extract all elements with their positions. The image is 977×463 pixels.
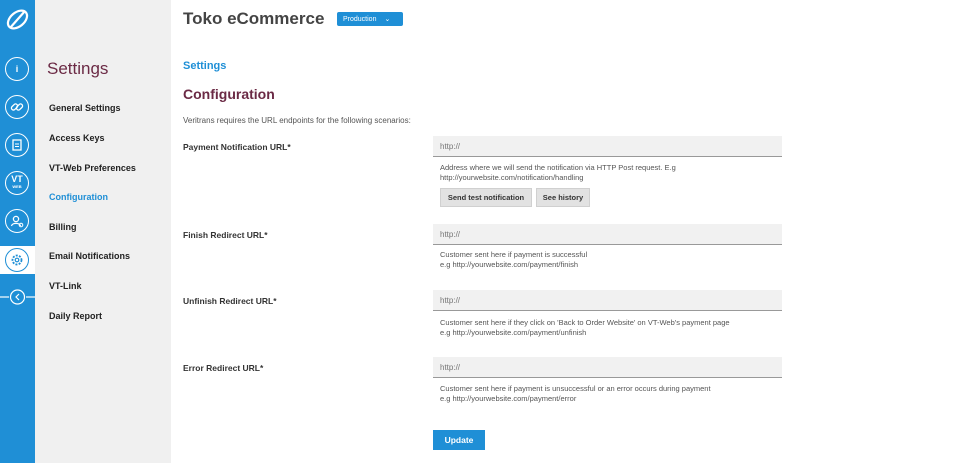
payment-notification-url-input[interactable] — [433, 136, 782, 157]
sidebar-item-email-notifications[interactable]: Email Notifications — [49, 251, 130, 261]
help-line: Customer sent here if payment is success… — [440, 250, 588, 259]
merchant-title: Toko eCommerce — [183, 9, 325, 28]
update-button[interactable]: Update — [433, 430, 485, 450]
error-redirect-help: Customer sent here if payment is unsucce… — [440, 384, 770, 404]
help-line: Address where we will send the notificat… — [440, 163, 676, 172]
vt-web-sublabel: WEB — [12, 184, 22, 189]
environment-label: Production — [343, 15, 377, 23]
sidebar-item-billing[interactable]: Billing — [49, 222, 77, 232]
help-line: e.g http://yourwebsite.com/payment/finis… — [440, 260, 578, 269]
unfinish-redirect-label: Unfinish Redirect URL* — [183, 296, 277, 306]
sidebar-item-daily-report[interactable]: Daily Report — [49, 311, 102, 321]
payment-notification-help: Address where we will send the notificat… — [440, 163, 770, 183]
sidebar-title: Settings — [47, 59, 109, 78]
chevron-down-icon: ⌄ — [384, 16, 391, 23]
unfinish-redirect-url-input[interactable] — [433, 290, 782, 311]
info-icon[interactable]: i — [5, 57, 29, 81]
unfinish-redirect-help: Customer sent here if they click on 'Bac… — [440, 318, 770, 338]
finish-redirect-label: Finish Redirect URL* — [183, 230, 268, 240]
intro-text: Veritrans requires the URL endpoints for… — [183, 116, 411, 125]
environment-dropdown[interactable]: Production ⌄ — [337, 12, 403, 26]
collapse-icon[interactable] — [0, 288, 35, 306]
help-line: e.g http://yourwebsite.com/payment/unfin… — [440, 328, 587, 337]
finish-redirect-help: Customer sent here if payment is success… — [440, 250, 770, 270]
vt-web-label: VT — [11, 174, 23, 184]
sidebar-item-access-keys[interactable]: Access Keys — [49, 133, 105, 143]
link-icon[interactable] — [5, 95, 29, 119]
page-title: Configuration — [183, 86, 275, 102]
settings-sidebar: Settings General Settings Access Keys VT… — [35, 0, 171, 463]
icon-rail: i VT WEB — [0, 0, 35, 463]
breadcrumb[interactable]: Settings — [183, 60, 226, 72]
help-line: e.g http://yourwebsite.com/payment/error — [440, 394, 577, 403]
send-test-notification-button[interactable]: Send test notification — [440, 188, 532, 207]
help-line: http://yourwebsite.com/notification/hand… — [440, 173, 584, 182]
finish-redirect-url-input[interactable] — [433, 224, 782, 245]
sidebar-item-general-settings[interactable]: General Settings — [49, 103, 121, 113]
payment-notification-label: Payment Notification URL* — [183, 142, 291, 152]
settings-icon[interactable] — [5, 248, 29, 272]
vt-web-icon[interactable]: VT WEB — [5, 171, 29, 195]
sidebar-item-vt-web-preferences[interactable]: VT-Web Preferences — [49, 163, 136, 173]
sidebar-item-vt-link[interactable]: VT-Link — [49, 281, 82, 291]
help-line: Customer sent here if payment is unsucce… — [440, 384, 711, 393]
see-history-button[interactable]: See history — [536, 188, 590, 207]
sidebar-item-configuration[interactable]: Configuration — [49, 192, 108, 202]
document-icon[interactable] — [5, 133, 29, 157]
error-redirect-url-input[interactable] — [433, 357, 782, 378]
help-line: Customer sent here if they click on 'Bac… — [440, 318, 730, 327]
user-icon[interactable] — [5, 209, 29, 233]
logo-icon[interactable] — [4, 6, 31, 33]
error-redirect-label: Error Redirect URL* — [183, 363, 264, 373]
